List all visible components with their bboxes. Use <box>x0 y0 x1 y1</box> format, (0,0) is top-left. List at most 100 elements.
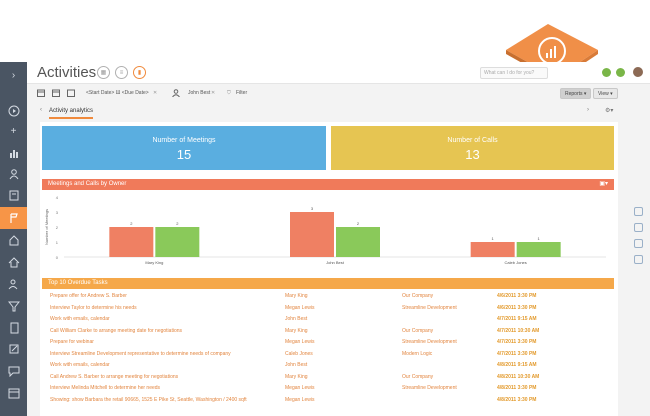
task-subject[interactable]: Call William Clarke to arrange meeting d… <box>50 326 278 336</box>
calls-tile-value: 13 <box>465 147 480 162</box>
task-owner[interactable]: Mary King <box>285 326 395 336</box>
task-owner[interactable]: Megan Lewis <box>285 395 395 405</box>
task-subject[interactable]: Interview Melinda Mitchell to determine … <box>50 383 278 393</box>
calendar-icon[interactable] <box>0 382 27 404</box>
bar <box>290 212 334 257</box>
task-due-date: 4/8/2011 9:15 AM <box>497 362 537 368</box>
expand-sidebar-icon[interactable]: › <box>0 64 27 86</box>
task-owner[interactable]: John Best <box>285 314 395 324</box>
task-row[interactable]: Showing: show Barbara the retail 90665, … <box>42 395 614 405</box>
task-subject[interactable]: Prepare offer for Andrew S. Barber <box>50 291 278 301</box>
task-row[interactable]: Call Andrew S. Barber to arrange meeting… <box>42 372 614 382</box>
chat-bubble-icon[interactable] <box>634 207 643 216</box>
owner-filter[interactable]: John Best <box>188 90 210 96</box>
owner-icon <box>172 89 180 97</box>
task-subject[interactable]: Interview Streamline Development represe… <box>50 349 278 359</box>
task-subject[interactable]: Interview Taylor to determine his needs <box>50 303 278 313</box>
task-due-date: 4/6/2011 3:30 PM <box>497 304 537 311</box>
task-due-date: 4/7/2011 3:30 PM <box>497 350 537 357</box>
calendar-dropdown-icon[interactable] <box>67 89 75 97</box>
chart-menu-icon[interactable]: ▣▾ <box>599 179 608 190</box>
calendar-view-icon[interactable]: ▦ <box>97 66 110 79</box>
analytics-view-icon[interactable]: ▮ <box>133 66 146 79</box>
meetings-tile-label: Number of Meetings <box>152 137 216 144</box>
date-range-filter[interactable]: <Start Date> Ш <Due Date> <box>86 90 149 96</box>
agents-icon[interactable] <box>0 273 27 295</box>
note-icon[interactable] <box>634 255 643 264</box>
filter-icon[interactable]: ⛉ <box>227 90 231 96</box>
filter-dropdown[interactable]: Filter <box>236 90 247 96</box>
app-window: › + Activities ▦ ≡ ▮ What can I do for y… <box>0 62 650 416</box>
dashboard-icon[interactable] <box>0 142 27 164</box>
task-subject[interactable]: Work with emails, calendar <box>50 360 278 370</box>
home-icon[interactable] <box>0 229 27 251</box>
task-row[interactable]: Interview Taylor to determine his needs M… <box>42 303 614 313</box>
task-account[interactable]: Streamline Development <box>402 303 492 313</box>
task-owner[interactable]: Mary King <box>285 291 395 301</box>
task-row[interactable]: Interview Melinda Mitchell to determine … <box>42 383 614 393</box>
task-account[interactable]: Streamline Development <box>402 383 492 393</box>
chart-panel-header: Meetings and Calls by Owner ▣▾ <box>42 179 614 190</box>
task-subject[interactable]: Prepare for webinar <box>50 337 278 347</box>
task-row[interactable]: Call William Clarke to arrange meeting d… <box>42 326 614 336</box>
task-due-date: 4/8/2011 3:30 PM <box>497 396 537 403</box>
task-row[interactable]: Prepare for webinar Megan Lewis Streamline… <box>42 337 614 347</box>
tasks-panel-title: Top 10 Overdue Tasks <box>48 280 108 286</box>
clock-icon[interactable] <box>634 239 643 248</box>
task-account[interactable]: Streamline Development <box>402 337 492 347</box>
task-subject[interactable]: Showing: show Barbara the retail 90665, … <box>50 395 278 405</box>
task-account[interactable]: Our Company <box>402 326 492 336</box>
prev-tab-icon[interactable]: ‹ <box>40 107 42 113</box>
y-tick-label: 0 <box>56 255 59 260</box>
task-owner[interactable]: Megan Lewis <box>285 337 395 347</box>
avatar[interactable] <box>633 67 643 77</box>
calendar-range-icon[interactable] <box>52 89 60 97</box>
property-icon[interactable] <box>0 251 27 273</box>
view-button[interactable]: View ▾ <box>593 88 618 99</box>
task-due-date: 4/8/2011 10:30 AM <box>497 373 540 380</box>
clear-date-icon[interactable]: ✕ <box>153 90 157 96</box>
next-tab-icon[interactable]: › <box>587 107 589 113</box>
task-account[interactable]: Our Company <box>402 372 492 382</box>
funnel-icon[interactable] <box>0 295 27 317</box>
sidebar: › + <box>0 62 27 416</box>
chat-icon[interactable] <box>0 360 27 382</box>
task-account[interactable]: Modern Logic <box>402 349 492 359</box>
screen: › + Activities ▦ ≡ ▮ What can I do for y… <box>0 0 650 416</box>
bar-data-label: 1 <box>538 236 541 241</box>
task-row[interactable]: Work with emails, calendar John Best 4/8/2… <box>42 360 614 370</box>
contacts-icon[interactable] <box>0 163 27 185</box>
documents-icon[interactable] <box>0 317 27 339</box>
search-input[interactable]: What can I do for you? <box>480 67 548 79</box>
accounts-icon[interactable] <box>0 184 27 206</box>
activities-icon[interactable] <box>0 207 27 229</box>
bar <box>470 242 515 257</box>
calendar-icon[interactable] <box>37 89 45 97</box>
task-subject[interactable]: Call Andrew S. Barber to arrange meeting… <box>50 372 278 382</box>
list-view-icon[interactable]: ≡ <box>115 66 128 79</box>
bell-icon[interactable] <box>634 223 643 232</box>
task-owner[interactable]: John Best <box>285 360 395 370</box>
play-icon[interactable] <box>0 100 27 122</box>
task-account[interactable]: Our Company <box>402 291 492 301</box>
y-tick-label: 1 <box>56 240 59 245</box>
bar-data-label: 2 <box>357 221 360 226</box>
task-owner[interactable]: Caleb Jones <box>285 349 395 359</box>
task-row[interactable]: Work with emails, calendar John Best 4/7/2… <box>42 314 614 324</box>
help-icon[interactable] <box>616 68 625 77</box>
task-row[interactable]: Interview Streamline Development represe… <box>42 349 614 359</box>
settings-icon[interactable] <box>602 68 611 77</box>
task-owner[interactable]: Megan Lewis <box>285 303 395 313</box>
task-row[interactable]: Prepare offer for Andrew S. Barber Mary K… <box>42 291 614 301</box>
clear-owner-icon[interactable]: ✕ <box>211 90 215 96</box>
task-owner[interactable]: Mary King <box>285 372 395 382</box>
task-subject[interactable]: Work with emails, calendar <box>50 314 278 324</box>
bar <box>109 227 154 257</box>
add-icon[interactable]: + <box>0 120 27 142</box>
task-owner[interactable]: Megan Lewis <box>285 383 395 393</box>
tab-activity-analytics[interactable]: Activity analytics <box>49 108 94 119</box>
notes-icon[interactable] <box>0 338 27 360</box>
gear-icon[interactable]: ⚙▾ <box>605 107 613 114</box>
x-tick-label: John Best <box>326 260 345 265</box>
reports-button[interactable]: Reports ▾ <box>560 88 592 99</box>
